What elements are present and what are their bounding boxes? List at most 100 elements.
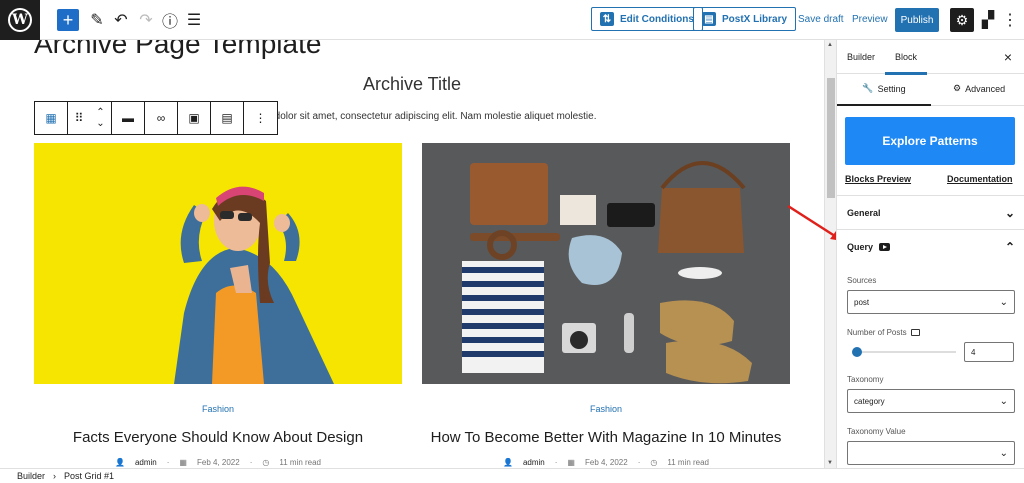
archive-description[interactable]: um dolor sit amet, consectetur adipiscin… bbox=[258, 111, 596, 122]
tab-advanced-label: Advanced bbox=[965, 83, 1006, 94]
page-title[interactable]: Archive Page Template bbox=[34, 40, 321, 60]
author-icon: 👤 bbox=[502, 458, 513, 467]
sources-select-value: post bbox=[854, 297, 870, 307]
blocks-preview-link[interactable]: Blocks Preview bbox=[845, 174, 911, 184]
separator-dot: · bbox=[166, 458, 170, 467]
image-icon[interactable]: ▣ bbox=[178, 102, 211, 134]
conditions-icon: ⇅ bbox=[600, 12, 614, 26]
postx-library-button[interactable]: ▤ PostX Library bbox=[693, 7, 797, 31]
chevron-down-icon: ⌄ bbox=[1004, 205, 1015, 220]
post-category[interactable]: Fashion bbox=[422, 404, 790, 414]
separator-dot: · bbox=[249, 458, 253, 467]
add-block-button[interactable]: + bbox=[57, 9, 79, 31]
taxonomy-select[interactable]: category ⌄ bbox=[847, 389, 1015, 413]
post-author[interactable]: admin bbox=[135, 458, 157, 467]
taxonomy-value-label: Taxonomy Value bbox=[847, 427, 906, 436]
post-read-time: 11 min read bbox=[667, 458, 709, 467]
block-settings-sidebar: Builder Block × 🔧 Setting ⚙ Advanced Exp… bbox=[836, 40, 1024, 468]
breadcrumb-item-builder[interactable]: Builder bbox=[17, 471, 45, 481]
documentation-link[interactable]: Documentation bbox=[947, 174, 1013, 184]
chevron-down-icon: ⌄ bbox=[999, 395, 1008, 407]
post-thumbnail-left[interactable] bbox=[34, 143, 402, 384]
publish-button[interactable]: Publish bbox=[895, 8, 939, 32]
chevron-down-icon: ⌄ bbox=[999, 296, 1008, 308]
post-category[interactable]: Fashion bbox=[34, 404, 402, 414]
undo-icon[interactable]: ↶ bbox=[112, 8, 130, 32]
post-grid-block-icon[interactable]: ▦ bbox=[35, 102, 68, 134]
post-title[interactable]: Facts Everyone Should Know About Design bbox=[34, 429, 402, 446]
scrollbar-thumb[interactable] bbox=[827, 78, 835, 198]
save-draft-button[interactable]: Save draft bbox=[798, 14, 844, 25]
scroll-up-icon[interactable]: ▲ bbox=[827, 42, 833, 48]
settings-sub-tabs: 🔧 Setting ⚙ Advanced bbox=[837, 74, 1024, 106]
edit-conditions-button[interactable]: ⇅ Edit Conditions bbox=[591, 7, 703, 31]
close-icon[interactable]: × bbox=[1004, 49, 1012, 65]
tab-block[interactable]: Block bbox=[884, 52, 928, 75]
post-title[interactable]: How To Become Better With Magazine In 10… bbox=[422, 429, 790, 446]
wrench-icon: 🔧 bbox=[862, 83, 874, 93]
number-of-posts-input[interactable]: 4 bbox=[964, 342, 1014, 362]
move-up-down-icon[interactable]: ⌃ ⌄ bbox=[90, 102, 112, 134]
query-panel-toggle[interactable]: Query ⌃ bbox=[837, 229, 1024, 263]
number-of-posts-label-row: Number of Posts bbox=[847, 328, 920, 337]
sources-select[interactable]: post ⌄ bbox=[847, 290, 1015, 314]
taxonomy-label: Taxonomy bbox=[847, 375, 884, 384]
general-panel-title: General bbox=[847, 207, 881, 218]
separator-dot: · bbox=[554, 458, 558, 467]
taxonomy-select-value: category bbox=[854, 396, 885, 406]
clock-icon: ◷ bbox=[262, 458, 270, 467]
block-options-icon[interactable]: ⋮ bbox=[244, 102, 277, 134]
editor-top-toolbar: W + ✎ ↶ ↷ ⓘ ☰ ⇅ Edit Conditions ▤ PostX … bbox=[0, 0, 1024, 40]
editor-canvas: Archive Page Template Archive Title um d… bbox=[0, 40, 824, 468]
wordpress-logo-icon[interactable]: W bbox=[0, 0, 40, 40]
desktop-responsive-icon[interactable] bbox=[910, 329, 920, 336]
number-of-posts-slider-thumb[interactable] bbox=[852, 347, 863, 357]
clock-icon: ◷ bbox=[650, 458, 658, 467]
list-view-icon[interactable]: ☰ bbox=[185, 8, 203, 32]
number-of-posts-slider-track[interactable] bbox=[853, 351, 956, 353]
tab-setting[interactable]: 🔧 Setting bbox=[837, 83, 931, 106]
query-panel-title: Query bbox=[847, 241, 874, 252]
edit-conditions-label: Edit Conditions bbox=[620, 13, 694, 25]
separator-dot: · bbox=[637, 458, 641, 467]
pencil-icon[interactable]: ✎ bbox=[88, 8, 106, 32]
post-read-time: 11 min read bbox=[279, 458, 321, 467]
scroll-down-icon[interactable]: ▼ bbox=[827, 460, 833, 466]
flatlay-outfit-image bbox=[422, 143, 790, 384]
calendar-icon: ▦ bbox=[567, 458, 575, 467]
canvas-scrollbar[interactable]: ▲ ▼ bbox=[824, 40, 836, 468]
archive-title[interactable]: Archive Title bbox=[0, 74, 824, 95]
post-author[interactable]: admin bbox=[523, 458, 545, 467]
video-tutorial-icon[interactable] bbox=[879, 242, 891, 251]
chevron-up-icon: ⌃ bbox=[1004, 239, 1015, 254]
post-date: Feb 4, 2022 bbox=[584, 458, 628, 467]
tab-advanced[interactable]: ⚙ Advanced bbox=[953, 83, 1005, 94]
info-icon[interactable]: ⓘ bbox=[161, 8, 179, 32]
link-icon[interactable]: ∞ bbox=[145, 102, 178, 134]
chevron-down-icon: ⌄ bbox=[999, 447, 1008, 459]
drag-handle-icon[interactable]: ⠿ bbox=[68, 102, 90, 134]
preview-button[interactable]: Preview bbox=[852, 14, 888, 25]
post-meta: 👤 admin · ▦ Feb 4, 2022 · ◷ 11 min read bbox=[34, 458, 402, 467]
general-panel-toggle[interactable]: General ⌄ bbox=[837, 195, 1024, 229]
explore-patterns-button[interactable]: Explore Patterns bbox=[845, 117, 1015, 165]
breadcrumb-item-post-grid[interactable]: Post Grid #1 bbox=[64, 471, 114, 481]
post-thumbnail-right[interactable] bbox=[422, 143, 790, 384]
gear-icon: ⚙ bbox=[953, 83, 962, 93]
postx-blocks-icon[interactable]: ▞ bbox=[979, 8, 997, 32]
chevron-right-icon: › bbox=[53, 471, 57, 481]
layout-icon[interactable]: ▤ bbox=[211, 102, 244, 134]
align-icon[interactable]: ▬ bbox=[112, 102, 145, 134]
tab-builder[interactable]: Builder bbox=[847, 52, 875, 62]
breadcrumb: Builder › Post Grid #1 bbox=[0, 468, 1024, 483]
settings-gear-icon[interactable]: ⚙ bbox=[950, 8, 974, 32]
sidebar-tabs: Builder Block × bbox=[837, 40, 1024, 75]
taxonomy-value-select[interactable]: ⌄ bbox=[847, 441, 1015, 465]
block-toolbar: ▦ ⠿ ⌃ ⌄ ▬ ∞ ▣ ▤ ⋮ bbox=[34, 101, 278, 135]
woman-with-headphones-image bbox=[34, 143, 402, 384]
number-of-posts-label: Number of Posts bbox=[847, 328, 907, 337]
more-options-icon[interactable]: ⋮ bbox=[1002, 8, 1018, 32]
redo-icon[interactable]: ↷ bbox=[137, 8, 155, 32]
post-meta: 👤 admin · ▦ Feb 4, 2022 · ◷ 11 min read bbox=[422, 458, 790, 467]
calendar-icon: ▦ bbox=[179, 458, 187, 467]
